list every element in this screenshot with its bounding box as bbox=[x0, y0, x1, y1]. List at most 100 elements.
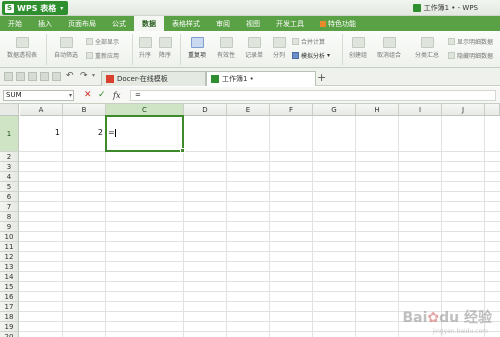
print-preview-icon[interactable] bbox=[52, 72, 61, 81]
fill-handle[interactable] bbox=[180, 148, 185, 153]
open-file-icon[interactable] bbox=[16, 72, 25, 81]
quick-access-dropdown-icon[interactable]: ▾ bbox=[92, 72, 95, 79]
chevron-down-icon[interactable]: ▾ bbox=[69, 91, 72, 100]
row-gridline bbox=[19, 191, 500, 192]
row-header-4[interactable]: 4 bbox=[0, 172, 19, 182]
doc-tab-docer-templates[interactable]: Docer-在线模板 bbox=[101, 71, 206, 86]
create-group-button[interactable]: 创建组 bbox=[346, 37, 370, 59]
formula-input[interactable]: = bbox=[130, 90, 496, 101]
row-header-8[interactable]: 8 bbox=[0, 212, 19, 222]
column-header-b[interactable]: B bbox=[63, 104, 106, 116]
row-gridline bbox=[19, 281, 500, 282]
new-file-icon[interactable] bbox=[4, 72, 13, 81]
row-header-3[interactable]: 3 bbox=[0, 162, 19, 172]
menu-tab-data[interactable]: 数据 bbox=[134, 16, 164, 31]
row-header-13[interactable]: 13 bbox=[0, 262, 19, 272]
row-header-18[interactable]: 18 bbox=[0, 312, 19, 322]
column-header-h[interactable]: H bbox=[356, 104, 399, 116]
sort-ascending-button[interactable]: 升序 bbox=[136, 37, 154, 59]
row-header-17[interactable]: 17 bbox=[0, 302, 19, 312]
row-header-14[interactable]: 14 bbox=[0, 272, 19, 282]
reapply-icon bbox=[86, 52, 93, 59]
row-gridline bbox=[19, 201, 500, 202]
validity-label: 有效性 bbox=[216, 52, 235, 59]
row-header-7[interactable]: 7 bbox=[0, 202, 19, 212]
active-cell-c1[interactable]: = bbox=[105, 115, 185, 153]
chevron-down-icon: ▾ bbox=[60, 4, 64, 12]
column-header-e[interactable]: E bbox=[227, 104, 270, 116]
cell-b1[interactable]: 2 bbox=[63, 128, 103, 137]
ungroup-button[interactable]: 取消组合 bbox=[374, 37, 404, 59]
hide-detail-icon bbox=[448, 52, 455, 59]
row-header-10[interactable]: 10 bbox=[0, 232, 19, 242]
duplicates-button[interactable]: 重复项 bbox=[183, 37, 211, 59]
hide-detail-button[interactable]: 隐藏明细数据 bbox=[448, 51, 493, 60]
row-header-19[interactable]: 19 bbox=[0, 322, 19, 332]
column-gridline bbox=[62, 116, 63, 337]
validity-icon bbox=[219, 37, 233, 48]
name-box[interactable]: SUM ▾ bbox=[3, 90, 74, 101]
create-group-label: 创建组 bbox=[348, 52, 367, 59]
menu-tab-formulas[interactable]: 公式 bbox=[104, 16, 134, 31]
menu-tab-review[interactable]: 审阅 bbox=[208, 16, 238, 31]
row-header-9[interactable]: 9 bbox=[0, 222, 19, 232]
row-header-2[interactable]: 2 bbox=[0, 152, 19, 162]
spreadsheet-icon bbox=[211, 75, 219, 83]
menu-tab-label: 页面布局 bbox=[68, 19, 96, 28]
row-header-20[interactable]: 20 bbox=[0, 332, 19, 337]
cell-a1[interactable]: 1 bbox=[20, 128, 60, 137]
menu-tab-table-style[interactable]: 表格样式 bbox=[164, 16, 208, 31]
show-detail-button[interactable]: 显示明细数据 bbox=[448, 37, 493, 46]
doc-tab-workbook1[interactable]: 工作簿1 • bbox=[206, 71, 316, 86]
text-to-columns-button[interactable]: 分列 bbox=[270, 37, 288, 59]
row-header-5[interactable]: 5 bbox=[0, 182, 19, 192]
pivot-table-button[interactable]: 数据透视表 bbox=[3, 37, 41, 59]
sort-descending-button[interactable]: 降序 bbox=[156, 37, 174, 59]
confirm-icon[interactable]: ✓ bbox=[98, 90, 106, 101]
column-header-g[interactable]: G bbox=[313, 104, 356, 116]
print-icon[interactable] bbox=[40, 72, 49, 81]
redo-icon[interactable]: ↷ bbox=[80, 71, 88, 81]
column-header-j[interactable]: J bbox=[442, 104, 485, 116]
validity-button[interactable]: 有效性 bbox=[214, 37, 238, 59]
row-gridline bbox=[19, 241, 500, 242]
show-all-button[interactable]: 全部显示 bbox=[86, 37, 119, 46]
record-form-button[interactable]: 记录单 bbox=[242, 37, 266, 59]
insert-function-button[interactable]: fx bbox=[113, 90, 120, 101]
features-icon bbox=[320, 20, 326, 27]
document-title-text: 工作簿1 • - WPS bbox=[423, 4, 478, 12]
subtotal-button[interactable]: 分类汇总 bbox=[410, 37, 444, 59]
menu-tab-developer[interactable]: 开发工具 bbox=[268, 16, 312, 31]
create-group-icon bbox=[351, 37, 365, 48]
column-header-d[interactable]: D bbox=[184, 104, 227, 116]
row-header-12[interactable]: 12 bbox=[0, 252, 19, 262]
row-header-11[interactable]: 11 bbox=[0, 242, 19, 252]
select-all-corner[interactable] bbox=[0, 104, 19, 116]
row-header-16[interactable]: 16 bbox=[0, 292, 19, 302]
menu-tab-home[interactable]: 开始 bbox=[0, 16, 30, 31]
what-if-analysis-label: 模拟分析 bbox=[301, 53, 326, 60]
row-gridline bbox=[19, 231, 500, 232]
column-header-a[interactable]: A bbox=[20, 104, 63, 116]
what-if-analysis-button[interactable]: 模拟分析 ▾ bbox=[292, 51, 330, 60]
cell-c1-value: = bbox=[108, 128, 115, 137]
column-header-i[interactable]: I bbox=[399, 104, 442, 116]
menu-tab-page-layout[interactable]: 页面布局 bbox=[60, 16, 104, 31]
new-tab-button[interactable]: + bbox=[317, 71, 326, 84]
reapply-button[interactable]: 重新应用 bbox=[86, 51, 119, 60]
row-header-1[interactable]: 1 bbox=[0, 116, 19, 152]
menu-tab-view[interactable]: 视图 bbox=[238, 16, 268, 31]
column-header-f[interactable]: F bbox=[270, 104, 313, 116]
undo-icon[interactable]: ↶ bbox=[66, 71, 74, 81]
autofilter-button[interactable]: 自动筛选 bbox=[50, 37, 82, 59]
row-header-15[interactable]: 15 bbox=[0, 282, 19, 292]
menu-tab-insert[interactable]: 插入 bbox=[30, 16, 60, 31]
cancel-icon[interactable]: ✕ bbox=[84, 90, 92, 101]
docer-icon bbox=[106, 75, 114, 83]
row-header-6[interactable]: 6 bbox=[0, 192, 19, 202]
menu-tab-features[interactable]: 特色功能 bbox=[312, 16, 364, 31]
sort-ascending-label: 升序 bbox=[138, 52, 151, 59]
consolidate-button[interactable]: 合并计算 bbox=[292, 37, 325, 46]
save-icon[interactable] bbox=[28, 72, 37, 81]
app-menu-button[interactable]: S WPS 表格 ▾ bbox=[2, 1, 68, 15]
